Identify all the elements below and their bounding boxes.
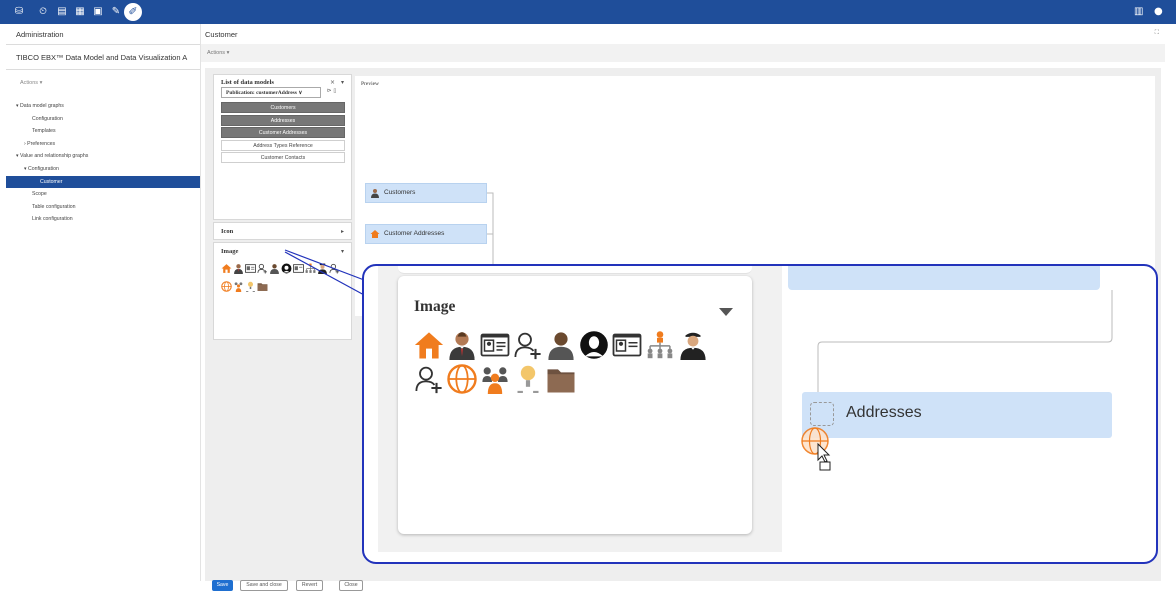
content-actions-menu[interactable]: Actions ▾: [201, 44, 1165, 62]
icon-drop-target[interactable]: [810, 402, 834, 426]
collapse-icon[interactable]: ▾: [341, 79, 344, 86]
image-icon-grid: [221, 260, 346, 296]
data-model-item[interactable]: Address Types Reference: [221, 139, 345, 151]
admin-sidebar: Administration TIBCO EBX™ Data Model and…: [6, 24, 201, 581]
add-user-icon[interactable]: [257, 263, 268, 274]
pilot-icon[interactable]: [317, 263, 328, 275]
add-user-icon[interactable]: [513, 330, 543, 360]
tree-item[interactable]: ▾ Value and relationship graphs: [6, 150, 200, 163]
expand-icon[interactable]: ⛶: [1155, 30, 1159, 37]
zoomed-icon-grid: [414, 330, 744, 398]
id-card-icon[interactable]: [245, 263, 256, 274]
id-card-icon[interactable]: [612, 330, 642, 360]
folder-icon[interactable]: [546, 364, 576, 394]
image-panel: Image ▾: [213, 242, 352, 340]
tree-item[interactable]: Templates: [6, 125, 200, 138]
businessman-icon[interactable]: [447, 330, 477, 360]
dragged-globe-icon: [801, 427, 831, 471]
team-icon[interactable]: [233, 281, 244, 293]
tree-item[interactable]: Customer: [6, 175, 200, 189]
businessman-icon[interactable]: [233, 263, 244, 275]
person-circle-icon[interactable]: [281, 263, 292, 274]
wrench-icon[interactable]: ✎: [110, 6, 122, 18]
database-icon[interactable]: ⛁: [13, 6, 25, 18]
clock-icon[interactable]: ⏲: [37, 6, 49, 18]
id-card-icon[interactable]: [293, 263, 304, 274]
data-model-item[interactable]: Customer Addresses: [221, 127, 345, 138]
add-user-icon[interactable]: [414, 364, 444, 394]
collapse-icon[interactable]: ▾: [341, 248, 344, 255]
tools-icon[interactable]: ✐: [124, 3, 142, 21]
person-dark-icon[interactable]: [546, 330, 576, 360]
navigation-tree: ▾ Data model graphs Configuration Template…: [6, 100, 200, 226]
id-card-icon[interactable]: [480, 330, 510, 360]
tree-item[interactable]: ▾ Configuration: [6, 163, 200, 176]
zoomed-preview: Addresses: [782, 266, 1143, 552]
globe-icon[interactable]: [447, 364, 477, 394]
tree-item[interactable]: Link configuration: [6, 213, 200, 226]
data-model-icon[interactable]: ▦: [74, 6, 86, 18]
book-icon[interactable]: ▥: [1134, 6, 1143, 18]
icon-panel-title: Icon: [221, 228, 234, 235]
add-user-icon[interactable]: [329, 263, 340, 274]
team-icon[interactable]: [480, 364, 510, 394]
close-button[interactable]: Close: [339, 580, 363, 591]
tree-item[interactable]: Table configuration: [6, 201, 200, 214]
toolbar-icons[interactable]: ⊳ ▯: [327, 88, 336, 94]
person-dark-icon[interactable]: [269, 263, 280, 275]
data-model-item[interactable]: Addresses: [221, 114, 345, 126]
org-chart-icon[interactable]: [645, 330, 675, 360]
page-title: Customer: [205, 30, 238, 39]
image-panel-title: Image: [221, 248, 239, 255]
expand-arrow-icon[interactable]: ▸: [341, 228, 344, 235]
org-chart-icon[interactable]: [305, 263, 316, 274]
sidebar-actions-menu[interactable]: Actions ▾: [6, 70, 200, 100]
publication-select[interactable]: Publication: customerAddress ∨: [221, 87, 321, 98]
zoomed-image-panel: Image: [398, 276, 752, 534]
tree-item[interactable]: Configuration: [6, 113, 200, 126]
data-models-title: List of data models: [221, 79, 274, 86]
save-and-close-button[interactable]: Save and close: [240, 580, 288, 591]
collapse-caret-icon[interactable]: [719, 308, 733, 316]
lightbulb-person-icon[interactable]: [513, 364, 543, 394]
content-header: Customer ⛶: [201, 24, 1165, 44]
house-icon[interactable]: [414, 330, 444, 360]
pilot-icon[interactable]: [678, 330, 708, 360]
zoomed-editor-area: Image Addresses: [378, 266, 1143, 552]
top-bar: ⛁ ⏲ ▤ ▦ ▣ ✎ ✐ ▥ ●: [0, 0, 1176, 24]
tree-item[interactable]: Scope: [6, 188, 200, 201]
zoomed-node-addresses[interactable]: Addresses: [802, 392, 1112, 438]
document-add-icon[interactable]: ▣: [92, 6, 104, 18]
zoomed-image-title: Image: [414, 298, 456, 315]
revert-button[interactable]: Revert: [296, 580, 323, 591]
save-button[interactable]: Save: [212, 580, 233, 591]
node-label: Addresses: [846, 404, 922, 421]
tree-item[interactable]: › Preferences: [6, 138, 200, 151]
data-models-panel: List of data models × ▾ Publication: cus…: [213, 74, 352, 220]
zoomed-detail-view: Image Addresses: [362, 264, 1158, 564]
lightbulb-person-icon[interactable]: [245, 281, 256, 293]
zoomed-panel-top: [398, 266, 752, 274]
data-model-item[interactable]: Customer Contacts: [221, 152, 345, 163]
folder-icon[interactable]: [257, 281, 268, 292]
globe-icon[interactable]: [221, 281, 232, 293]
close-icon[interactable]: ×: [330, 79, 335, 86]
sidebar-header: Administration: [16, 30, 64, 39]
user-avatar-icon[interactable]: ●: [1154, 6, 1163, 18]
data-model-item[interactable]: Customers: [221, 102, 345, 113]
house-icon[interactable]: [221, 263, 232, 274]
document-icon[interactable]: ▤: [56, 6, 68, 18]
person-circle-icon[interactable]: [579, 330, 609, 360]
tree-item[interactable]: ▾ Data model graphs: [6, 100, 200, 113]
icon-panel[interactable]: Icon ▸: [213, 222, 352, 240]
sidebar-title[interactable]: TIBCO EBX™ Data Model and Data Visualiza…: [6, 45, 200, 69]
